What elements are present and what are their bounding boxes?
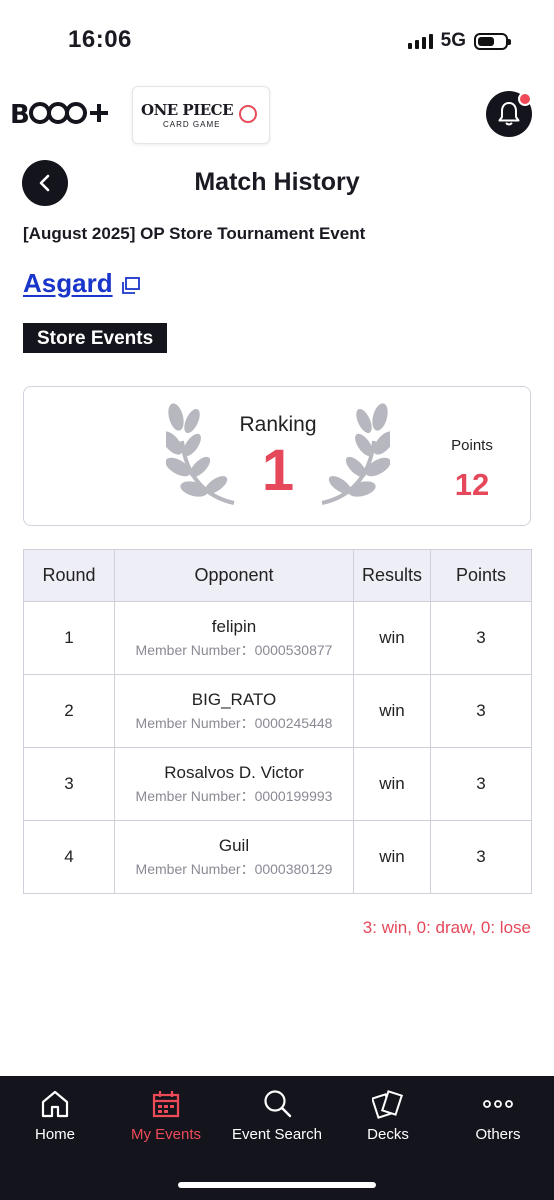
- nav-item-home[interactable]: Home: [0, 1076, 110, 1166]
- game-logo-sub: CARD GAME: [163, 120, 221, 129]
- opponent-cell: Rosalvos D. Victor Member Number：0000199…: [114, 747, 354, 821]
- more-icon: [483, 1100, 513, 1108]
- one-piece-logo[interactable]: ONE PIECE CARD GAME: [132, 86, 270, 144]
- table-row: 2 BIG_RATO Member Number：0000245448 win …: [23, 674, 532, 748]
- back-button[interactable]: [22, 160, 68, 206]
- opponent-name: BIG_RATO: [191, 689, 277, 709]
- nav-item-decks[interactable]: Decks: [333, 1076, 443, 1166]
- table-row: 1 felipin Member Number：0000530877 win 3: [23, 601, 532, 675]
- opponent-name: Rosalvos D. Victor: [164, 762, 304, 782]
- round-cell: 3: [23, 747, 115, 821]
- table-header-row: Round Opponent Results Points: [23, 549, 532, 602]
- points-label: Points: [451, 437, 493, 454]
- opponent-name: felipin: [211, 616, 257, 636]
- points-cell: 3: [430, 820, 532, 894]
- signal-icon: [407, 33, 433, 49]
- round-cell: 4: [23, 820, 115, 894]
- notifications-button[interactable]: [486, 91, 532, 137]
- home-indicator: [178, 1182, 376, 1188]
- chevron-left-icon: [39, 174, 50, 192]
- column-header-round: Round: [23, 549, 115, 602]
- result-cell: win: [353, 674, 431, 748]
- refresh-ring-icon: [239, 105, 257, 123]
- column-header-results: Results: [353, 549, 431, 602]
- result-cell: win: [353, 820, 431, 894]
- result-cell: win: [353, 601, 431, 675]
- status-bar: 16:06 5G: [0, 0, 554, 80]
- page-title: Match History: [194, 168, 360, 196]
- nav-item-event-search[interactable]: Event Search: [222, 1076, 332, 1166]
- table-row: 3 Rosalvos D. Victor Member Number：00001…: [23, 747, 532, 821]
- game-logo-main: ONE PIECE: [141, 101, 234, 119]
- opponent-cell: BIG_RATO Member Number：0000245448: [114, 674, 354, 748]
- app-header: B ONE PIECE CARD GAME: [0, 84, 554, 144]
- table-row: 4 Guil Member Number：0000380129 win 3: [23, 820, 532, 894]
- round-cell: 1: [23, 601, 115, 675]
- status-indicators: 5G: [407, 30, 511, 52]
- result-cell: win: [353, 747, 431, 821]
- svg-text:B: B: [10, 100, 28, 128]
- bandai-logo[interactable]: B: [10, 98, 112, 135]
- nav-label: Others: [475, 1126, 521, 1143]
- points-value: 12: [454, 467, 490, 502]
- store-link[interactable]: Asgard: [23, 268, 113, 299]
- home-icon: [41, 1090, 69, 1118]
- store-events-badge: Store Events: [23, 323, 168, 353]
- opponent-cell: felipin Member Number：0000530877: [114, 601, 354, 675]
- points-cell: 3: [430, 674, 532, 748]
- status-time: 16:06: [68, 26, 132, 53]
- column-header-opponent: Opponent: [114, 549, 354, 602]
- match-results-table: Round Opponent Results Points 1 felipin …: [23, 549, 532, 894]
- member-number: Member Number：0000380129: [135, 860, 333, 877]
- member-number: Member Number：0000245448: [135, 714, 333, 731]
- nav-label: Home: [34, 1126, 75, 1143]
- bandai-logo-mark: B: [10, 100, 108, 130]
- external-link-icon[interactable]: [119, 276, 141, 296]
- points-cell: 3: [430, 601, 532, 675]
- ranking-label: Ranking: [239, 413, 317, 436]
- network-label: 5G: [440, 30, 466, 51]
- bell-icon: [498, 102, 520, 126]
- round-cell: 2: [23, 674, 115, 748]
- battery-icon: [474, 32, 511, 50]
- nav-item-my-events[interactable]: My Events: [111, 1076, 221, 1166]
- notification-badge: [518, 92, 532, 106]
- points-cell: 3: [430, 747, 532, 821]
- scoring-legend: 3: win, 0: draw, 0: lose: [362, 918, 531, 937]
- member-number: Member Number：0000199993: [135, 787, 333, 804]
- member-number: Member Number：0000530877: [135, 641, 333, 658]
- opponent-name: Guil: [218, 835, 250, 855]
- nav-label: My Events: [130, 1126, 202, 1143]
- nav-item-others[interactable]: Others: [443, 1076, 553, 1166]
- column-header-points: Points: [430, 549, 532, 602]
- event-name: [August 2025] OP Store Tournament Event: [23, 224, 366, 243]
- calendar-icon: [152, 1091, 180, 1118]
- search-icon: [264, 1090, 292, 1118]
- opponent-cell: Guil Member Number：0000380129: [114, 820, 354, 894]
- nav-label: Event Search: [231, 1126, 323, 1143]
- ranking-card: Ranking 1 Points 12: [23, 386, 531, 526]
- cards-icon: [372, 1090, 404, 1119]
- nav-label: Decks: [367, 1126, 409, 1143]
